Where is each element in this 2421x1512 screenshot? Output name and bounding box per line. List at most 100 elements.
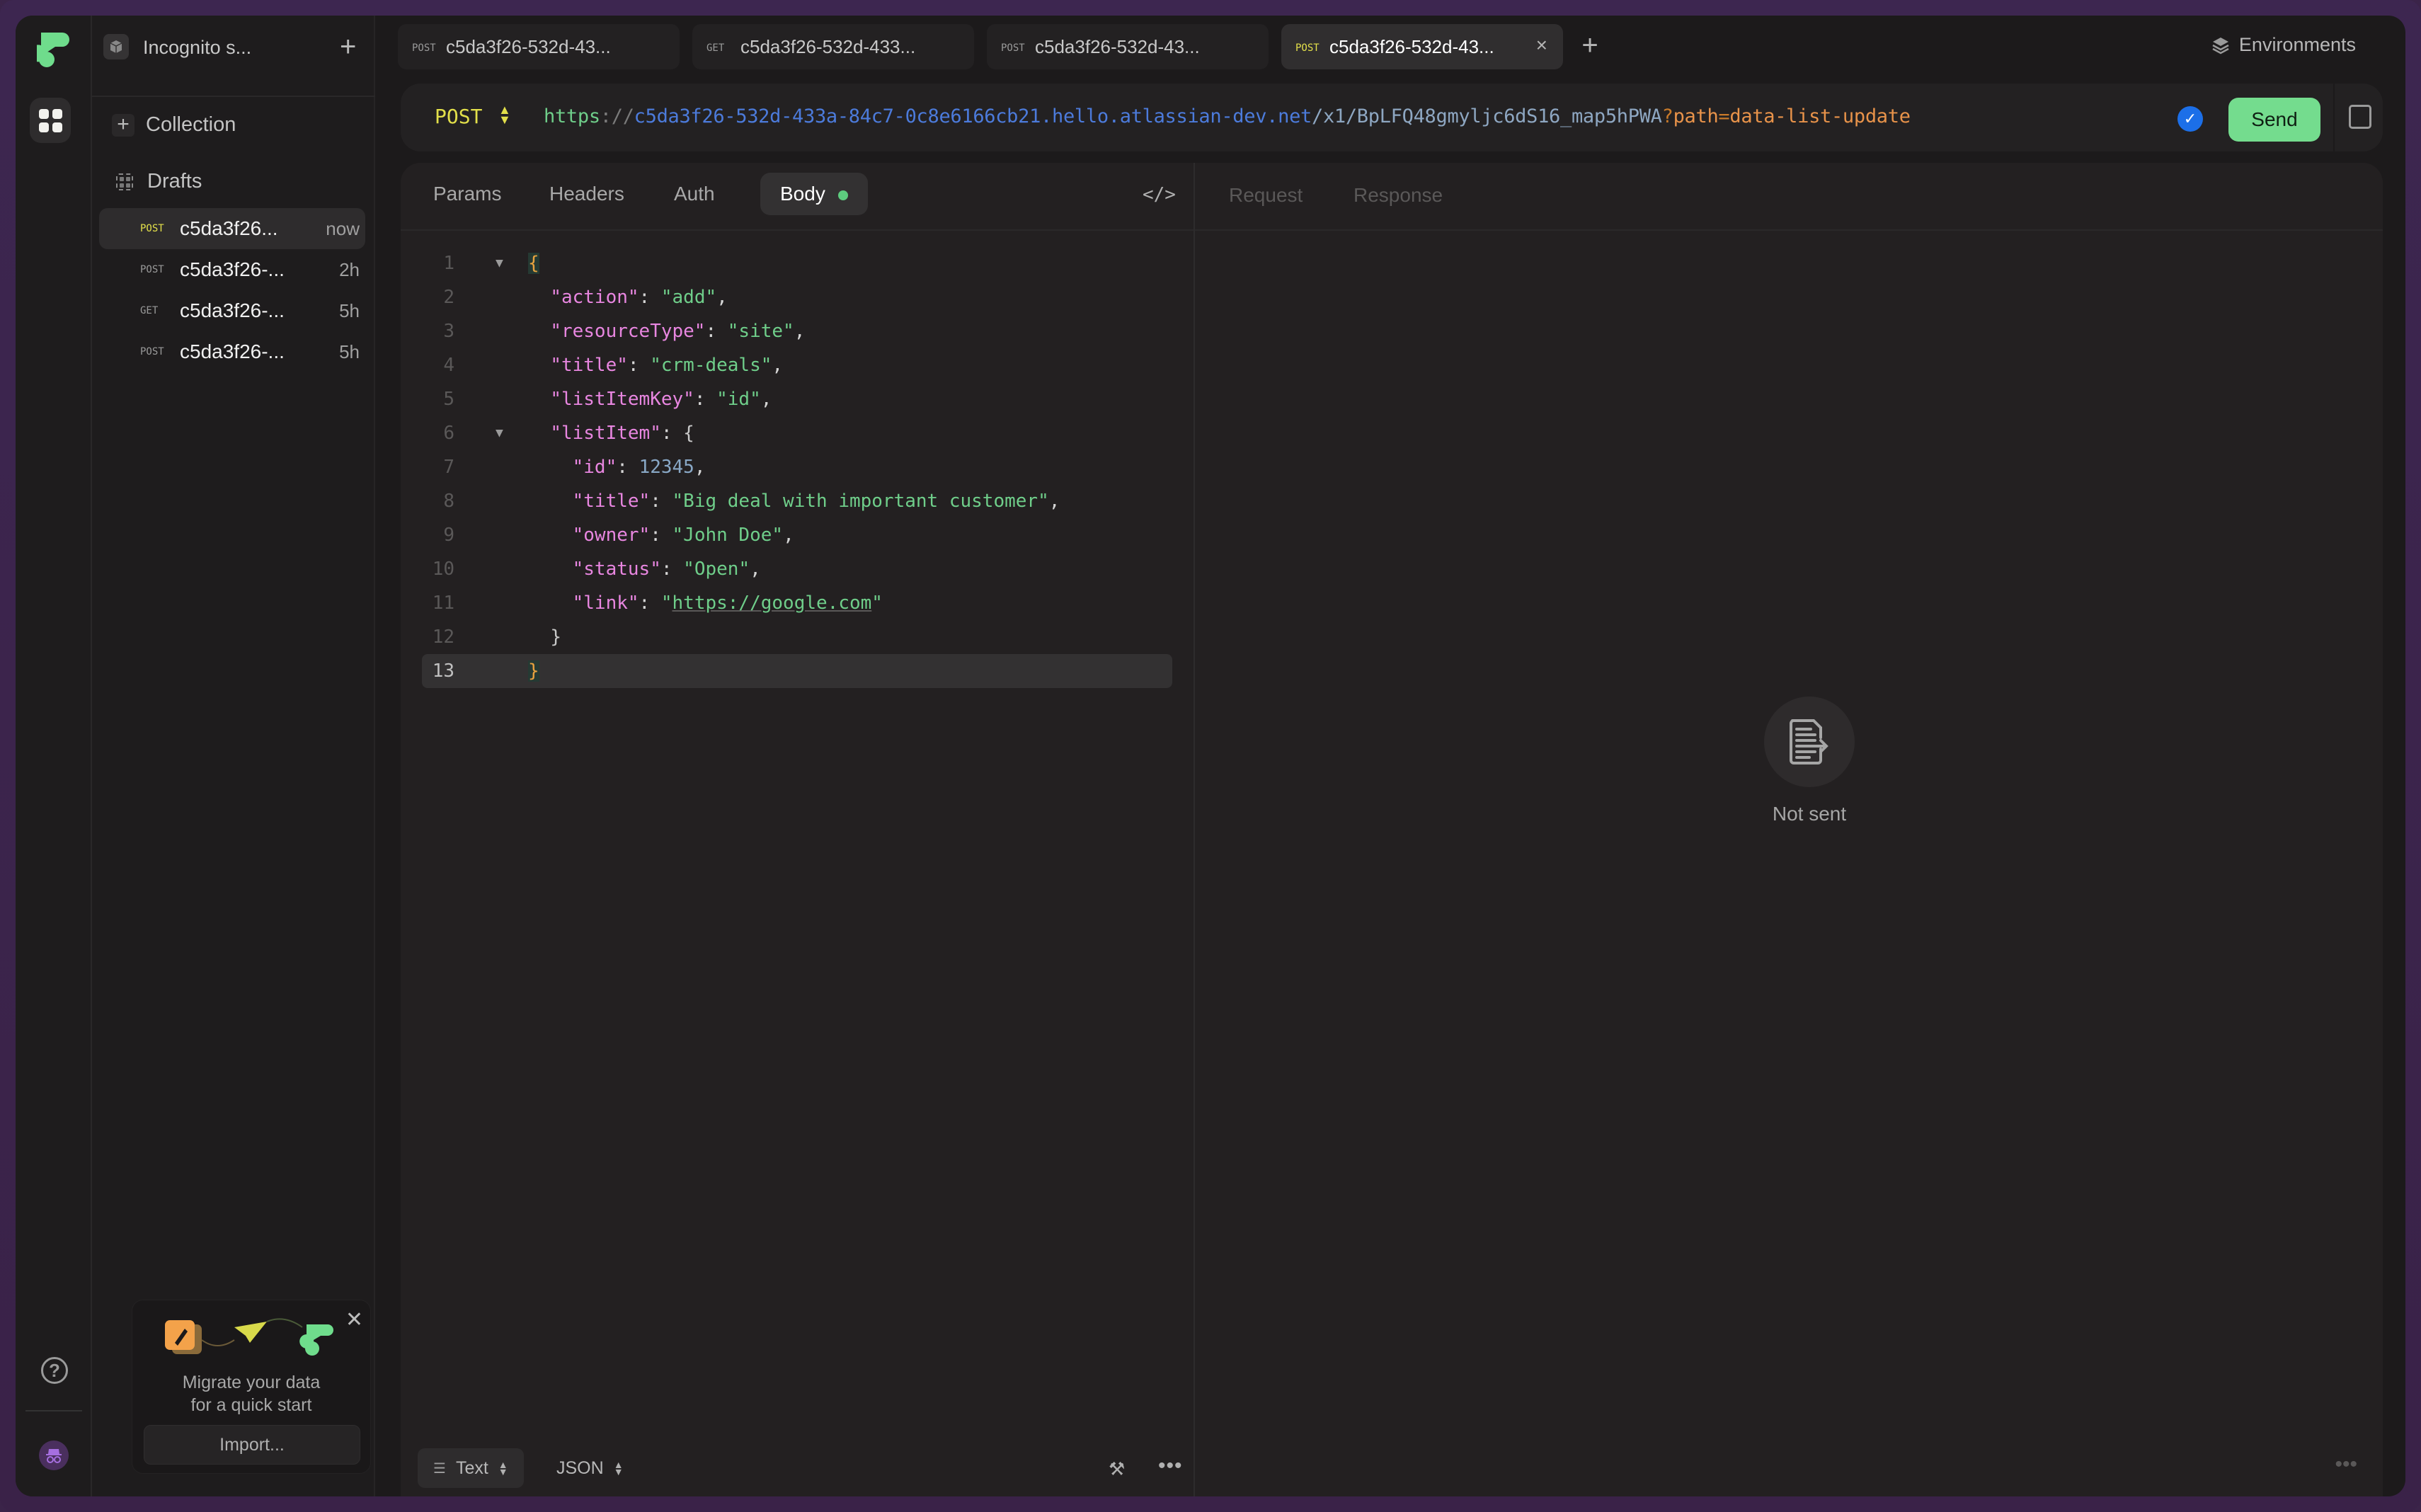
new-collection-button[interactable]: + Collection: [112, 113, 236, 137]
not-sent-label: Not sent: [1772, 803, 1847, 825]
line-number: 7: [443, 457, 454, 478]
tab-response[interactable]: Response: [1353, 184, 1443, 207]
draft-time: now: [326, 218, 360, 239]
json-key: "listItemKey": [550, 389, 694, 410]
add-workspace-button[interactable]: +: [340, 31, 356, 63]
json-key: "id": [572, 457, 617, 478]
response-section-tabs: Request Response: [1195, 163, 2383, 231]
app-logo-icon: [37, 33, 69, 67]
url-host: c5da3f26-532d-433a-84c7-0c8e6166cb21.hel…: [634, 105, 1312, 127]
tab-name: c5da3f26-532d-43...: [1329, 36, 1494, 57]
request-tab[interactable]: POST c5da3f26-532d-43...: [987, 24, 1269, 69]
import-curl-icon[interactable]: [2349, 105, 2371, 129]
line-number: 13: [432, 660, 454, 682]
url-query-eq: =: [1718, 105, 1730, 127]
brace: {: [683, 423, 694, 444]
json-link-value[interactable]: https://google.com: [672, 592, 872, 614]
format-select[interactable]: JSON ▲ ▼: [556, 1448, 624, 1488]
tab-auth[interactable]: Auth: [674, 183, 715, 205]
method-badge: GET: [140, 305, 159, 316]
punctuation: :: [650, 525, 672, 546]
fold-arrow-icon[interactable]: ▼: [496, 246, 503, 280]
new-tab-button[interactable]: +: [1576, 24, 1604, 69]
code-line: 7 "id": 12345,: [401, 450, 1194, 484]
promo-text: Migrate your data for a quick start: [132, 1371, 370, 1416]
drafts-header[interactable]: Drafts: [116, 170, 202, 193]
draft-time: 5h: [339, 300, 360, 321]
code-text: }: [528, 620, 561, 654]
quote: ": [871, 592, 883, 614]
workspace-name[interactable]: Incognito s...: [143, 37, 251, 59]
punctuation: ,: [794, 321, 806, 342]
json-value: "add": [660, 287, 717, 308]
magic-wand-icon[interactable]: ⚒: [1109, 1458, 1125, 1480]
method-badge: POST: [140, 346, 164, 357]
code-text: "listItemKey": "id",: [528, 382, 772, 416]
check-icon[interactable]: ✓: [2177, 106, 2203, 132]
method-badge: POST: [140, 223, 164, 234]
collection-label: Collection: [146, 113, 236, 136]
list-icon: ☰: [433, 1460, 446, 1477]
draft-item[interactable]: GET c5da3f26-... 5h: [99, 290, 365, 331]
help-icon[interactable]: ?: [41, 1357, 68, 1384]
draft-item[interactable]: POST c5da3f26-... 2h: [99, 249, 365, 290]
tab-name: c5da3f26-532d-433...: [740, 36, 916, 57]
response-more-icon[interactable]: •••: [2335, 1453, 2357, 1477]
code-line: 11 "link": "https://google.com": [401, 586, 1194, 620]
import-button[interactable]: Import...: [144, 1425, 360, 1465]
request-tab[interactable]: POST c5da3f26-532d-43...: [398, 24, 680, 69]
punctuation: ,: [772, 355, 784, 376]
close-icon[interactable]: ✕: [345, 1307, 363, 1332]
request-tab[interactable]: GET c5da3f26-532d-433...: [692, 24, 974, 69]
draft-time: 2h: [339, 259, 360, 280]
line-number: 11: [432, 592, 454, 614]
punctuation: ,: [783, 525, 794, 546]
close-tab-icon[interactable]: ×: [1536, 34, 1547, 57]
url-input[interactable]: https://c5da3f26-532d-433a-84c7-0c8e6166…: [544, 105, 1911, 127]
code-line: 9 "owner": "John Doe",: [401, 518, 1194, 552]
json-key: "listItem": [550, 423, 661, 444]
tab-body-label: Body: [780, 183, 825, 205]
tab-params[interactable]: Params: [433, 183, 501, 205]
code-line: 12 }: [401, 620, 1194, 654]
request-panel: Params Headers Auth Body </> Request Res…: [401, 163, 2383, 1496]
code-icon[interactable]: </>: [1143, 184, 1176, 205]
punctuation: :: [617, 457, 639, 478]
draft-name: c5da3f26-...: [180, 299, 285, 321]
method-select[interactable]: POST: [435, 105, 482, 128]
collections-nav-button[interactable]: [30, 98, 71, 143]
incognito-avatar-icon[interactable]: [39, 1441, 69, 1470]
body-editor[interactable]: 1 ▼ { 2 "action": "add", 3 "resourceType":…: [401, 246, 1194, 688]
url-query-mark: ?: [1661, 105, 1673, 127]
line-number: 2: [443, 287, 454, 308]
tab-body[interactable]: Body: [760, 173, 868, 215]
fold-arrow-icon[interactable]: ▼: [496, 416, 503, 450]
environments-label: Environments: [2238, 34, 2356, 55]
environments-button[interactable]: Environments: [2211, 34, 2356, 56]
method-badge: POST: [1001, 42, 1025, 54]
draft-item[interactable]: POST c5da3f26-... 5h: [99, 331, 365, 372]
request-tab-active[interactable]: POST c5da3f26-532d-43... ×: [1281, 24, 1563, 69]
code-line: 2 "action": "add",: [401, 280, 1194, 314]
punctuation: :: [627, 355, 651, 376]
text-mode-select[interactable]: ☰ Text ▲ ▼: [418, 1448, 524, 1488]
method-badge: POST: [140, 264, 164, 275]
punctuation: ,: [694, 457, 706, 478]
method-badge: GET: [706, 42, 725, 54]
send-button[interactable]: Send: [2228, 98, 2320, 142]
punctuation: ,: [760, 389, 772, 410]
code-line: 5 "listItemKey": "id",: [401, 382, 1194, 416]
grid-icon: [38, 108, 62, 132]
code-line: 6 ▼ "listItem": {: [401, 416, 1194, 450]
json-key: "link": [572, 592, 639, 614]
draft-name: c5da3f26-...: [180, 258, 285, 280]
tab-request[interactable]: Request: [1229, 184, 1303, 207]
code-text: "title": "Big deal with important custom…: [528, 484, 1060, 518]
line-number: 8: [443, 491, 454, 512]
tab-headers[interactable]: Headers: [549, 183, 624, 205]
more-options-icon[interactable]: •••: [1158, 1454, 1183, 1478]
draft-item[interactable]: POST c5da3f26... now: [99, 208, 365, 249]
code-text: "owner": "John Doe",: [528, 518, 794, 552]
json-key: "status": [572, 559, 661, 580]
layers-icon: [2212, 37, 2229, 54]
